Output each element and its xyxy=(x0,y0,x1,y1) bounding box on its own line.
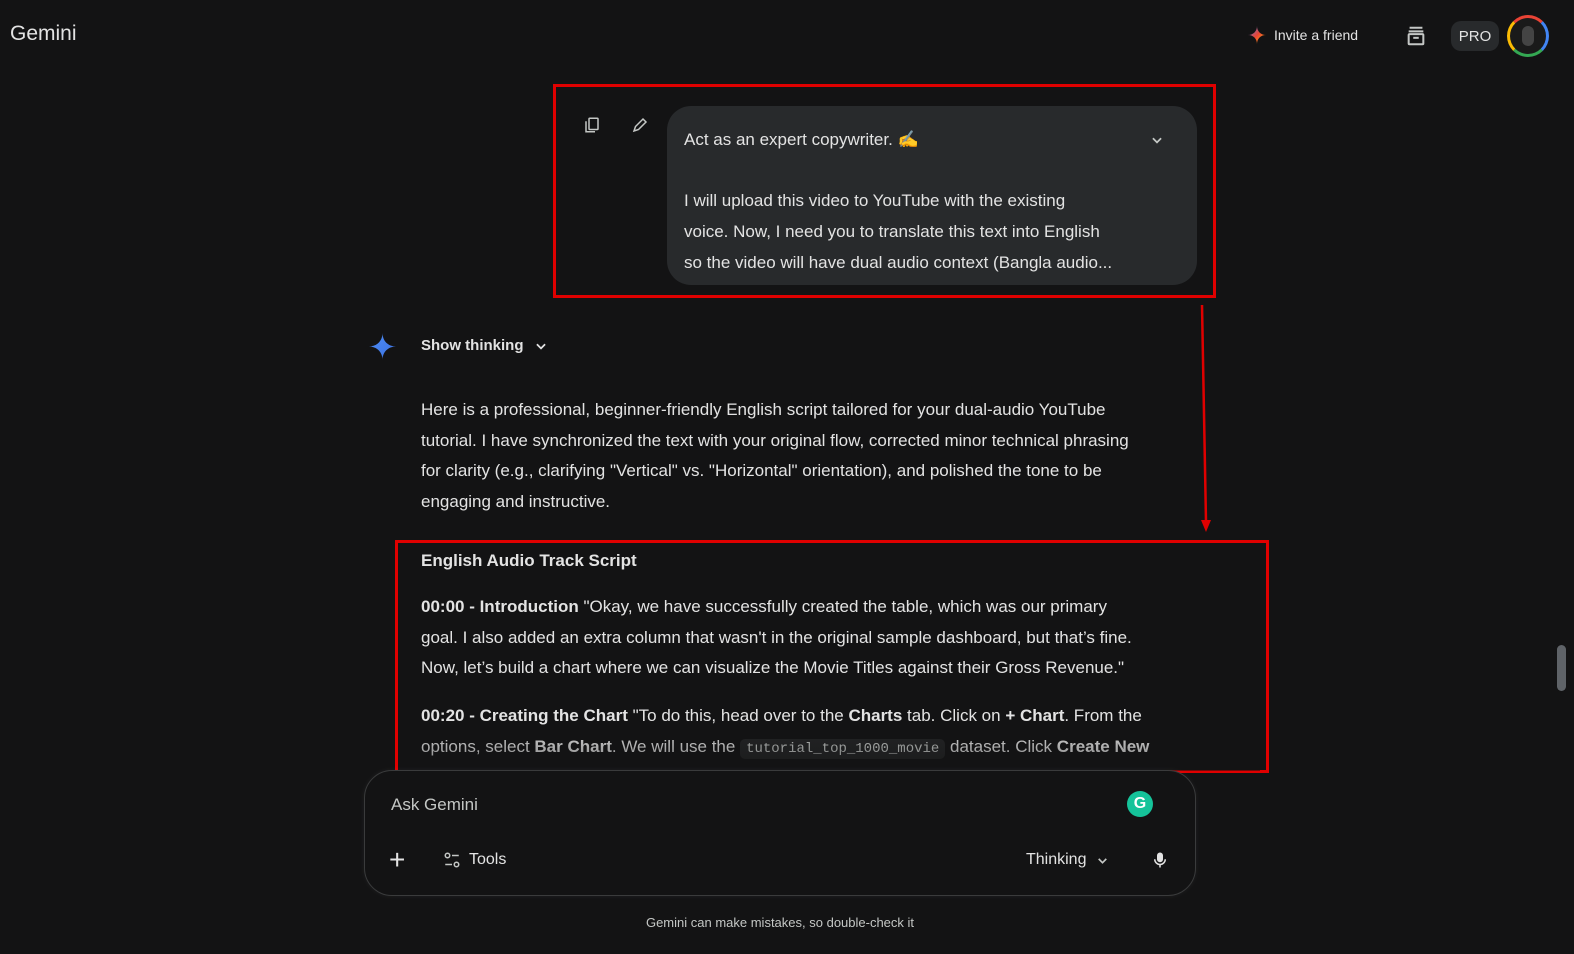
mode-label: Thinking xyxy=(1026,851,1087,868)
script-line: goal. I also added an extra column that … xyxy=(421,623,1132,654)
disclaimer: Gemini can make mistakes, so double-chec… xyxy=(645,915,915,930)
prompt-line: Act as an expert copywriter. ✍️ xyxy=(684,130,919,149)
bold-text: 00:00 - Introduction xyxy=(421,597,579,616)
text: . From the xyxy=(1064,706,1142,725)
prompt-composer[interactable] xyxy=(364,770,1196,896)
intro-line: tutorial. I have synchronized the text w… xyxy=(421,430,1129,450)
script-line: 00:00 - Introduction "Okay, we have succ… xyxy=(421,592,1132,623)
sparkle-icon xyxy=(1248,26,1266,44)
grammarly-icon[interactable]: G xyxy=(1127,791,1153,817)
gemini-logo[interactable]: Gemini xyxy=(10,22,77,46)
show-thinking-label: Show thinking xyxy=(421,337,524,354)
script-title: English Audio Track Script xyxy=(421,551,637,570)
tools-button[interactable]: Tools xyxy=(443,851,506,869)
bold-text: + Chart xyxy=(1005,706,1065,725)
prompt-line: I will upload this video to YouTube with… xyxy=(684,191,1066,210)
microphone-icon[interactable] xyxy=(1151,850,1169,870)
avatar[interactable] xyxy=(1507,15,1549,57)
text: "To do this, head over to the xyxy=(627,706,849,725)
bold-text: Charts xyxy=(848,706,903,725)
add-button[interactable]: + xyxy=(389,846,405,874)
prompt-line: voice. Now, I need you to translate this… xyxy=(684,222,1100,241)
script-section: 00:00 - Introduction "Okay, we have succ… xyxy=(421,592,1132,684)
tools-label: Tools xyxy=(469,851,507,868)
tools-sliders-icon xyxy=(444,852,460,868)
text: goal. I also added an extra column that … xyxy=(421,627,1132,647)
annotation-arrow xyxy=(1200,304,1211,532)
prompt-line: so the video will have dual audio contex… xyxy=(684,253,1113,272)
bold-text: 00:20 - Creating the Chart xyxy=(421,706,628,725)
chevron-down-icon xyxy=(1098,857,1108,864)
prompt-line xyxy=(684,155,1180,185)
show-thinking-toggle[interactable]: Show thinking xyxy=(421,337,548,354)
text: tab. Click on xyxy=(902,706,1006,725)
text: Now, let’s build a chart where we can vi… xyxy=(421,658,1125,677)
edit-pencil-icon[interactable] xyxy=(631,116,649,134)
archive-icon[interactable] xyxy=(1405,25,1427,47)
text: "Okay, we have successfully created the … xyxy=(578,597,1107,616)
chevron-down-icon xyxy=(535,343,546,350)
scroll-fade xyxy=(400,725,1260,771)
script-line: Now, let’s build a chart where we can vi… xyxy=(421,653,1132,684)
gemini-spark-icon xyxy=(369,333,396,360)
invite-friend-button[interactable]: Invite a friend xyxy=(1248,26,1358,44)
ask-gemini-input[interactable]: Ask Gemini xyxy=(391,795,478,815)
user-prompt-bubble: Act as an expert copywriter. ✍️ I will u… xyxy=(667,106,1197,285)
expand-chevron-icon[interactable] xyxy=(1150,133,1164,147)
mode-selector[interactable]: Thinking xyxy=(1026,851,1109,869)
copy-icon[interactable] xyxy=(583,116,601,134)
scrollbar-thumb[interactable] xyxy=(1557,645,1566,691)
response-intro: Here is a professional, beginner-friendl… xyxy=(421,395,1129,517)
pro-badge: PRO xyxy=(1451,21,1499,51)
intro-line: Here is a professional, beginner-friendl… xyxy=(421,400,1106,419)
intro-line: engaging and instructive. xyxy=(421,491,611,511)
intro-line: for clarity (e.g., clarifying "Vertical"… xyxy=(421,461,1102,480)
invite-label: Invite a friend xyxy=(1274,27,1359,43)
